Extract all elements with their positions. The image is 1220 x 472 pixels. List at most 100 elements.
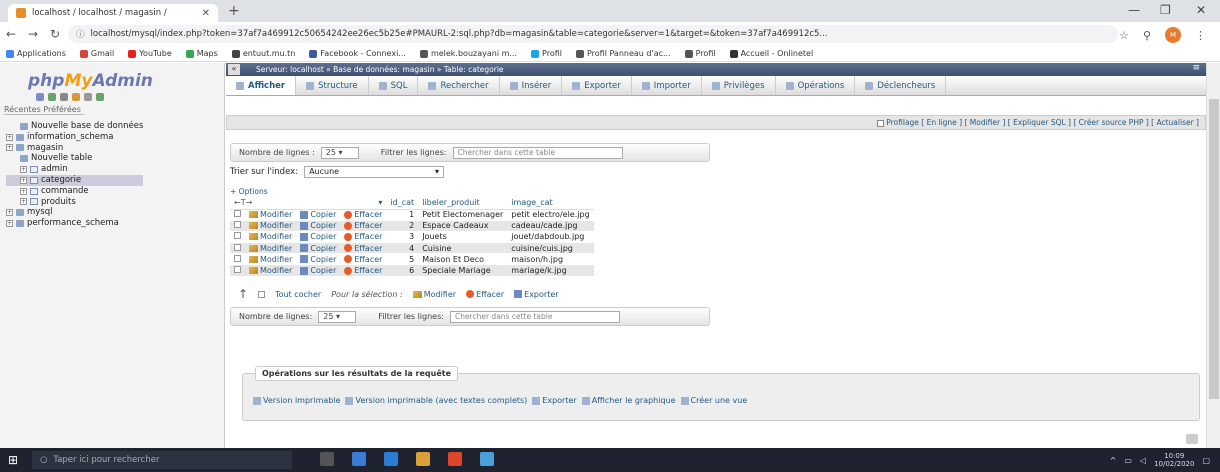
copy-link[interactable]: Copier <box>296 231 341 244</box>
bookmark-item[interactable]: melek.bouzayani m... <box>419 49 517 58</box>
options-link[interactable]: + Options <box>230 187 268 196</box>
explorer-icon[interactable] <box>352 452 366 466</box>
bulk-edit-button[interactable]: Modifier <box>412 290 456 299</box>
star-icon[interactable]: ☆ <box>1119 29 1129 42</box>
expand-icon[interactable]: + <box>20 166 27 174</box>
delete-link[interactable]: Effacer <box>340 242 387 255</box>
copy-link[interactable]: Copier <box>296 209 341 221</box>
query-op-link[interactable]: Afficher le graphique <box>581 396 676 405</box>
tree-item[interactable]: + mysql <box>6 207 143 218</box>
url-input[interactable]: ⓘ localhost/mysql/index.php?token=37af7a… <box>68 25 1118 43</box>
tab-declencheurs[interactable]: Déclencheurs <box>855 76 947 95</box>
recent-favorites-tabs[interactable]: Récentes Préférées <box>4 105 84 115</box>
browser-tab[interactable]: localhost / localhost / magasin / ✕ <box>8 4 218 22</box>
expand-icon[interactable]: + <box>6 144 13 152</box>
edit-link[interactable]: Modifier <box>245 264 297 277</box>
search-icon[interactable]: ⚲ <box>1143 29 1151 42</box>
delete-link[interactable]: Effacer <box>340 220 387 232</box>
expand-icon[interactable]: + <box>20 198 27 206</box>
tree-item[interactable]: + performance_schema <box>6 218 143 229</box>
new-tab-icon[interactable]: + <box>228 3 240 19</box>
query-op-link[interactable]: Exporter <box>532 396 577 405</box>
profiling-checkbox[interactable] <box>877 119 885 127</box>
photos-icon[interactable] <box>480 452 494 466</box>
tree-item[interactable]: + magasin <box>6 143 143 154</box>
filter-input[interactable]: Chercher dans cette table <box>452 146 623 159</box>
tree-item[interactable]: Nouvelle base de données <box>6 121 143 132</box>
tree-item[interactable]: + categorie <box>6 174 144 186</box>
tab-structure[interactable]: Structure <box>296 76 369 95</box>
expand-icon[interactable]: + <box>6 209 13 217</box>
edit-link[interactable]: Modifier <box>245 242 297 255</box>
edit-link[interactable]: Modifier <box>245 209 297 221</box>
delete-link[interactable]: Effacer <box>340 209 387 221</box>
notifications-icon[interactable]: ▢ <box>1202 456 1210 465</box>
bookmark-item[interactable]: entuut.mu.tn <box>231 49 295 58</box>
breadcrumb-database[interactable]: Base de données: magasin <box>333 65 434 74</box>
tree-item[interactable]: + commande <box>6 186 143 197</box>
page-scrollbar[interactable] <box>1206 63 1220 448</box>
row-checkbox[interactable] <box>234 221 241 229</box>
bookmark-item[interactable]: Accueil - Onlinetel <box>729 49 813 58</box>
task-view-icon[interactable] <box>320 452 334 466</box>
delete-link[interactable]: Effacer <box>340 264 387 277</box>
bookmark-item[interactable]: Gmail <box>79 49 114 58</box>
expand-icon[interactable]: + <box>6 220 13 228</box>
reload-icon[interactable]: ↻ <box>44 27 66 41</box>
reload-nav-icon[interactable] <box>84 93 92 101</box>
tab-sql[interactable]: SQL <box>369 76 419 95</box>
breadcrumb-server[interactable]: Serveur: localhost <box>256 65 324 74</box>
close-tab-icon[interactable]: ✕ <box>202 8 210 19</box>
volume-icon[interactable]: ◁ <box>1140 456 1146 465</box>
bookmark-item[interactable]: Applications <box>6 49 66 58</box>
info-icon[interactable]: ⓘ <box>76 28 85 40</box>
check-all-checkbox[interactable] <box>258 290 266 298</box>
scrollbar-thumb[interactable] <box>1209 99 1219 399</box>
breadcrumb-table[interactable]: Table: categorie <box>444 65 504 74</box>
edit-link[interactable]: Modifier <box>245 231 297 244</box>
tab-importer[interactable]: Importer <box>632 76 702 95</box>
sync-icon[interactable] <box>96 93 104 101</box>
query-op-link[interactable]: Version imprimable (avec textes complets… <box>345 396 527 405</box>
copy-link[interactable]: Copier <box>296 253 341 266</box>
col-header[interactable]: image_cat <box>507 197 594 210</box>
docs-icon[interactable] <box>60 93 68 101</box>
logout-icon[interactable] <box>48 93 56 101</box>
query-op-link[interactable]: Version imprimable <box>253 396 340 405</box>
bulk-delete-button[interactable]: Effacer <box>466 290 504 299</box>
back-icon[interactable]: ← <box>0 27 22 41</box>
filter-input[interactable]: Chercher dans cette table <box>449 310 620 323</box>
pin-icon[interactable]: ≡ <box>1192 63 1200 73</box>
chrome-icon[interactable] <box>448 452 462 466</box>
home-icon[interactable] <box>36 93 44 101</box>
delete-link[interactable]: Effacer <box>340 253 387 266</box>
tab-inserer[interactable]: Insérer <box>500 76 563 95</box>
bookmark-item[interactable]: Profil Panneau d'ac... <box>575 49 671 58</box>
tree-item[interactable]: + information_schema <box>6 132 143 143</box>
clock[interactable]: 10:09 10/02/2020 <box>1154 452 1194 468</box>
copy-link[interactable]: Copier <box>296 264 341 277</box>
col-header[interactable]: libeler_produit <box>418 197 508 210</box>
windows-start-icon[interactable]: ⊞ <box>0 453 26 467</box>
tab-exporter[interactable]: Exporter <box>562 76 632 95</box>
tree-item[interactable]: + admin <box>6 164 143 175</box>
collapse-icon[interactable]: « <box>228 64 240 75</box>
row-checkbox[interactable] <box>234 266 241 274</box>
expand-icon[interactable]: + <box>6 133 13 141</box>
row-checkbox[interactable] <box>234 254 241 262</box>
close-window-icon[interactable]: ✕ <box>1196 3 1206 17</box>
sort-index-select[interactable]: Aucune ▾ <box>304 166 445 178</box>
maximize-icon[interactable]: ❐ <box>1160 3 1171 17</box>
profile-avatar[interactable]: M <box>1165 27 1181 43</box>
bookmark-item[interactable]: Facebook - Connexi... <box>309 49 406 58</box>
console-toggle-button[interactable] <box>1186 434 1198 444</box>
phpmyadmin-logo[interactable]: phpMyAdmin <box>28 71 153 91</box>
tree-item[interactable]: Nouvelle table <box>6 153 143 164</box>
bookmark-item[interactable]: Maps <box>185 49 218 58</box>
forward-icon[interactable]: → <box>22 27 44 41</box>
profiling-links[interactable]: Profilage [ En ligne ] [ Modifier ] [ Ex… <box>886 118 1199 127</box>
col-header[interactable]: id_cat <box>386 197 419 210</box>
expand-icon[interactable]: + <box>20 176 27 184</box>
copy-link[interactable]: Copier <box>296 220 341 232</box>
bookmark-item[interactable]: Profil <box>684 49 716 58</box>
